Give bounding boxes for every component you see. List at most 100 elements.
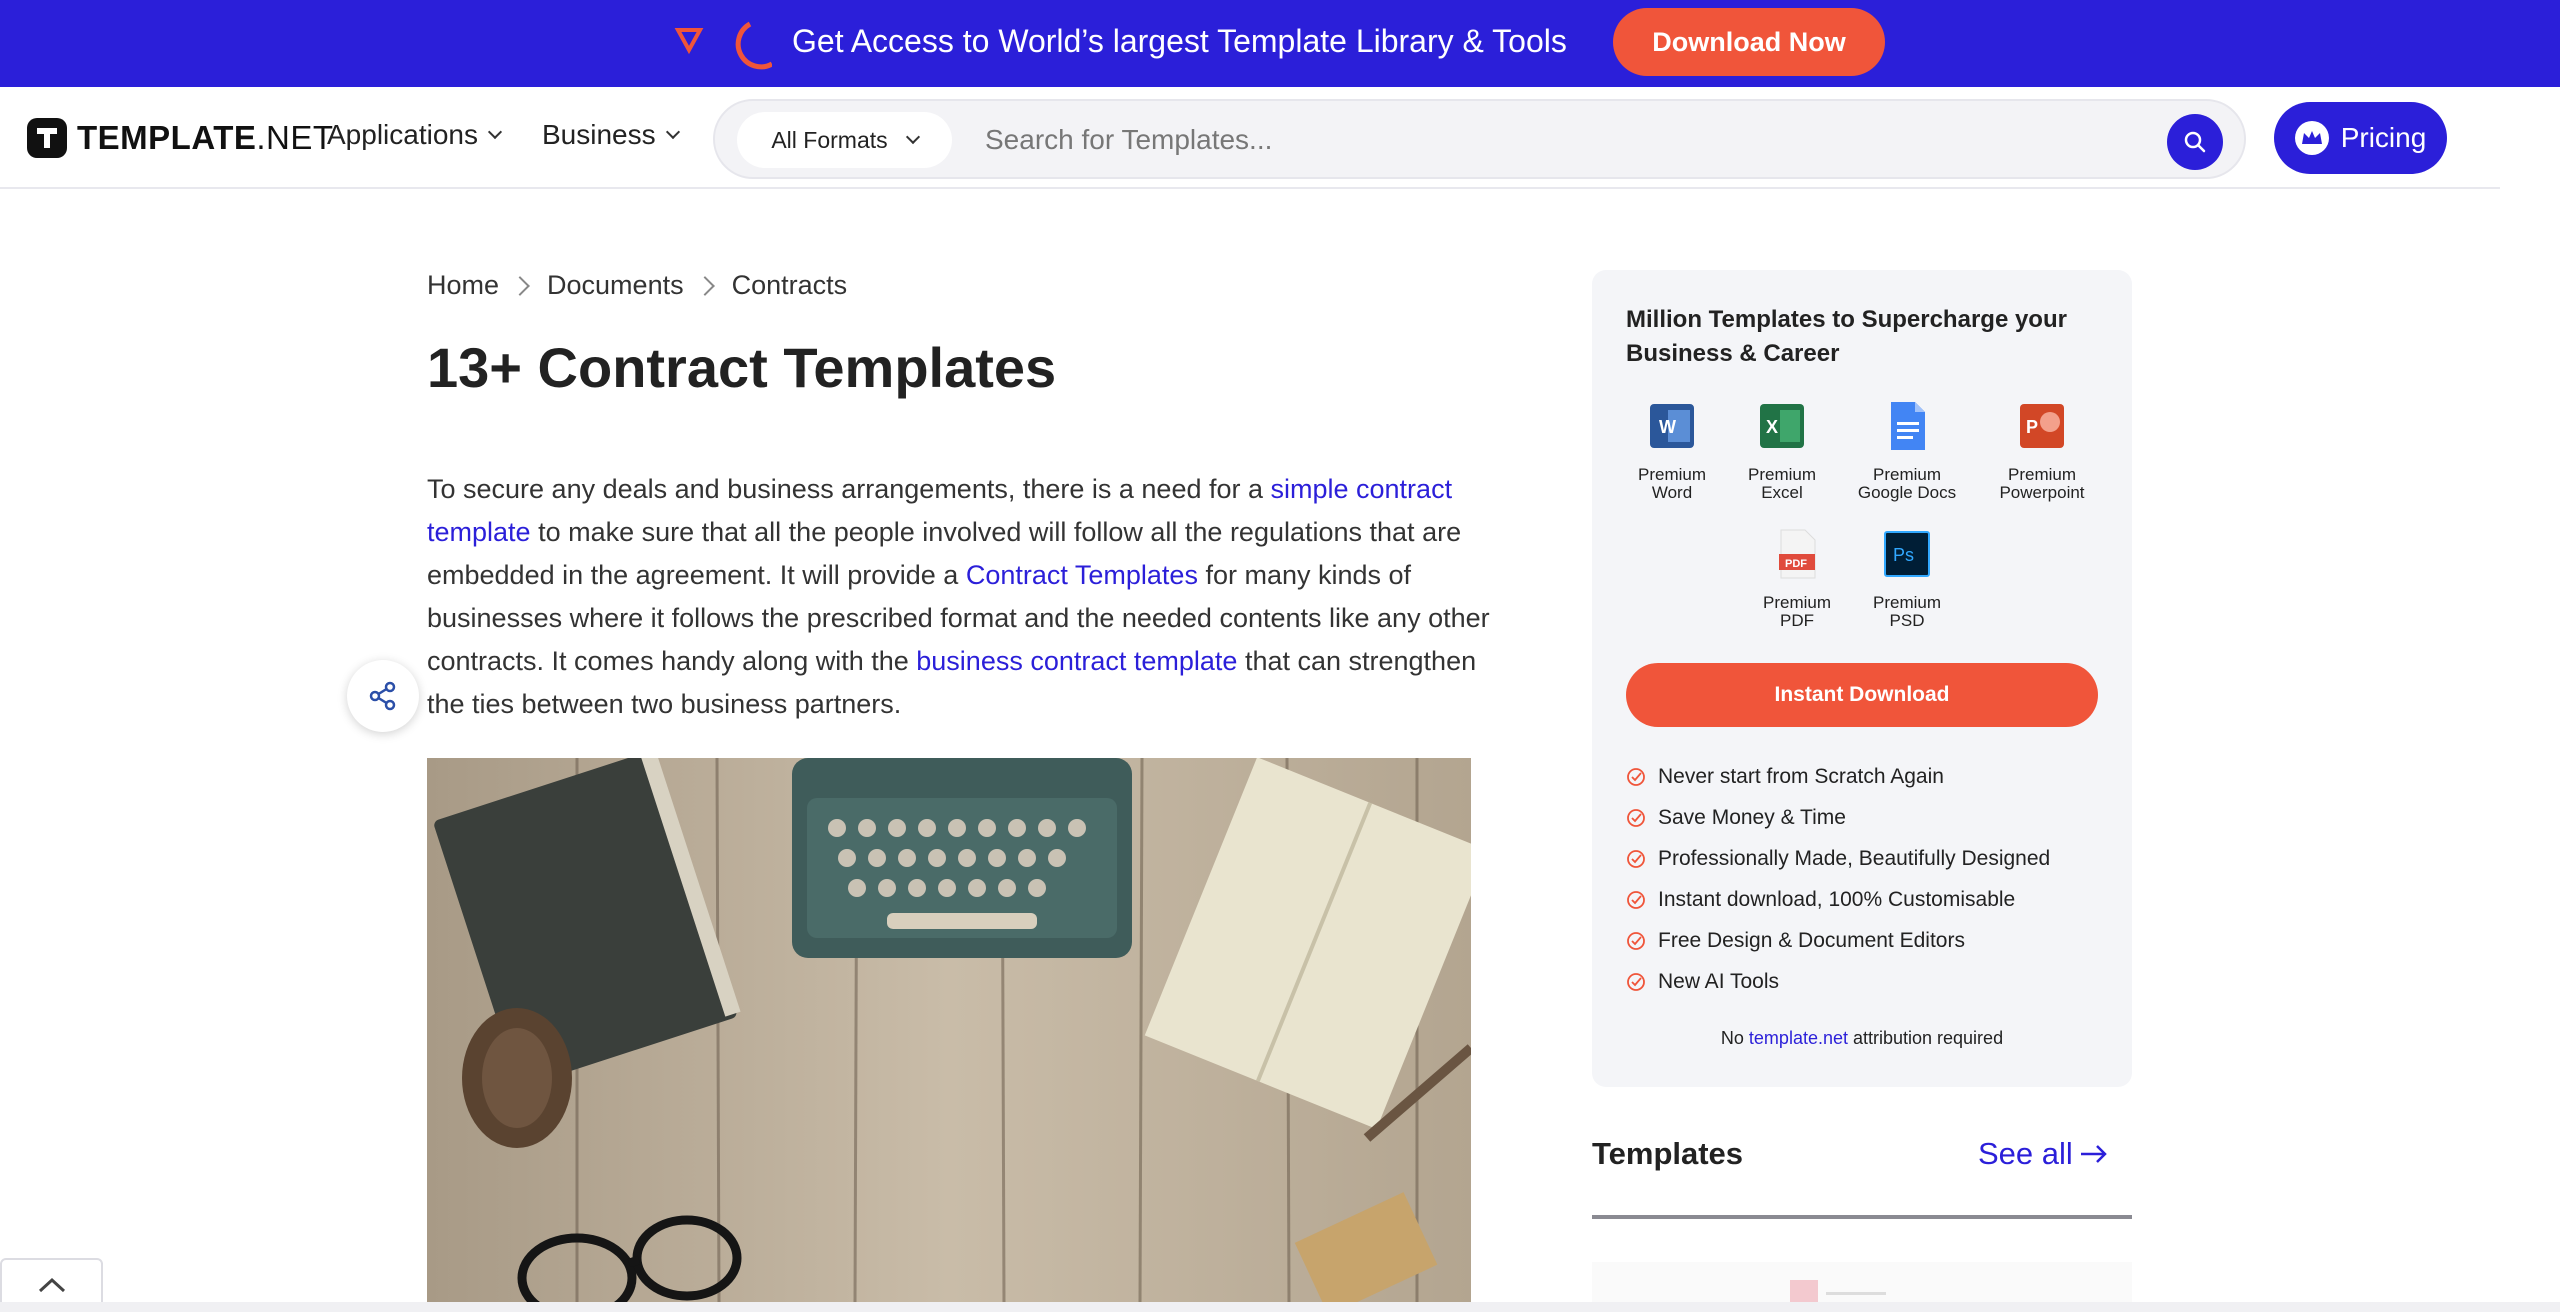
app-google-docs-label2: Google Docs — [1857, 483, 1957, 502]
see-all-label: See all — [1978, 1136, 2073, 1171]
feature-text: Never start from Scratch Again — [1658, 764, 1944, 788]
app-psd[interactable]: Ps Premium PSD — [1852, 528, 1962, 630]
search-bar: All Formats — [713, 99, 2246, 179]
site-header: TEMPLATE.NET Applications Business All F… — [0, 87, 2500, 189]
instant-download-button[interactable]: Instant Download — [1626, 663, 2098, 727]
feature-item: New AI Tools — [1626, 961, 2050, 1002]
feature-text: Professionally Made, Beautifully Designe… — [1658, 846, 2051, 870]
pricing-label: Pricing — [2340, 122, 2427, 153]
breadcrumb-contracts[interactable]: Contracts — [732, 270, 848, 301]
app-word[interactable]: W Premium Word — [1617, 400, 1727, 502]
premium-card-title: Million Templates to Supercharge your Bu… — [1626, 306, 2067, 367]
contract-templates-link[interactable]: Contract Templates — [966, 560, 1198, 590]
svg-text:W: W — [1659, 417, 1676, 437]
chevron-down-icon — [665, 124, 680, 140]
feature-item: Professionally Made, Beautifully Designe… — [1626, 838, 2050, 879]
feature-item: Save Money & Time — [1626, 797, 2050, 838]
attribution-post: attribution required — [1847, 1028, 2004, 1048]
feature-item: Never start from Scratch Again — [1626, 756, 2050, 797]
pricing-button[interactable]: Pricing — [2274, 102, 2447, 174]
app-excel-label2: Excel — [1761, 483, 1803, 502]
see-all-link[interactable]: See all — [1978, 1136, 2109, 1172]
svg-text:Ps: Ps — [1893, 545, 1914, 565]
chevron-down-icon — [487, 124, 503, 140]
site-logo[interactable]: TEMPLATE.NET — [27, 117, 334, 159]
template-net-link[interactable]: template.net — [1749, 1028, 1848, 1048]
feature-text: Instant download, 100% Customisable — [1658, 887, 2016, 911]
chevron-right-icon — [510, 275, 530, 296]
search-button[interactable] — [2167, 114, 2223, 170]
hero-image — [427, 758, 1471, 1304]
app-powerpoint[interactable]: P Premium Powerpoint — [1987, 400, 2097, 502]
chevron-right-icon — [694, 275, 715, 296]
nav-applications[interactable]: Applications — [327, 119, 503, 151]
templates-divider — [1592, 1215, 2132, 1219]
breadcrumb-home[interactable]: Home — [427, 270, 499, 301]
business-contract-template-link[interactable]: business contract template — [916, 646, 1237, 676]
check-circle-icon — [1627, 849, 1645, 868]
feature-text: Save Money & Time — [1658, 805, 1846, 829]
svg-text:X: X — [1766, 417, 1778, 437]
search-input[interactable] — [985, 113, 2135, 167]
check-circle-icon — [1627, 931, 1645, 950]
desk-photo-illustration — [427, 758, 1471, 1304]
check-circle-icon — [1627, 890, 1645, 909]
nav-business-label: Business — [542, 119, 656, 150]
powerpoint-icon: P — [2020, 404, 2064, 448]
nav-business[interactable]: Business — [542, 119, 680, 151]
app-word-label2: Word — [1651, 483, 1693, 502]
svg-text:P: P — [2026, 417, 2038, 437]
chevron-down-icon — [905, 129, 920, 145]
nav-applications-label: Applications — [327, 119, 478, 150]
arrow-right-icon — [2080, 1145, 2107, 1163]
breadcrumb-documents[interactable]: Documents — [547, 270, 684, 301]
feature-list: Never start from Scratch Again Save Mone… — [1626, 756, 2050, 1002]
svg-text:PDF: PDF — [1785, 558, 1807, 570]
promo-logo-icon — [674, 21, 772, 70]
share-icon — [369, 681, 396, 711]
breadcrumb: Home Documents Contracts — [427, 270, 847, 301]
app-google-docs-label1: Premium — [1872, 465, 1941, 484]
check-circle-icon — [1627, 767, 1645, 786]
premium-card: Million Templates to Supercharge your Bu… — [1592, 270, 2132, 1087]
logo-icon — [27, 118, 67, 158]
check-circle-icon — [1627, 972, 1645, 991]
page-title: 13+ Contract Templates — [427, 336, 1057, 399]
format-select-value: All Formats — [771, 126, 888, 153]
attribution-pre: No — [1720, 1028, 1749, 1048]
feature-text: New AI Tools — [1658, 969, 1780, 993]
format-select[interactable]: All Formats — [737, 112, 952, 168]
app-google-docs[interactable]: Premium Google Docs — [1852, 400, 1962, 502]
app-psd-label2: PSD — [1889, 611, 1925, 630]
chevron-up-icon — [38, 1277, 65, 1293]
app-powerpoint-label2: Powerpoint — [1999, 483, 2085, 502]
feature-text: Free Design & Document Editors — [1658, 928, 1965, 952]
app-psd-label1: Premium — [1872, 593, 1941, 612]
templates-heading: Templates — [1592, 1136, 1744, 1171]
promo-banner: Get Access to World’s largest Template L… — [0, 0, 2560, 87]
app-pdf-label1: Premium — [1762, 593, 1831, 612]
download-now-button[interactable]: Download Now — [1613, 8, 1885, 76]
brand-suffix: .NET — [256, 119, 334, 156]
app-powerpoint-label1: Premium — [2007, 465, 2076, 484]
attribution-note: No template.net attribution required — [1592, 1028, 2132, 1049]
search-icon — [2184, 131, 2206, 153]
excel-icon: X — [1760, 404, 1804, 448]
brand-name: TEMPLATE — [77, 119, 257, 156]
photoshop-icon: Ps — [1884, 531, 1930, 577]
feature-item: Free Design & Document Editors — [1626, 920, 2050, 961]
google-docs-icon — [1891, 402, 1925, 450]
feature-item: Instant download, 100% Customisable — [1626, 879, 2050, 920]
share-button[interactable] — [347, 660, 419, 732]
app-word-label1: Premium — [1637, 465, 1706, 484]
crown-icon — [2294, 121, 2329, 155]
app-excel[interactable]: X Premium Excel — [1727, 400, 1837, 502]
app-pdf-label2: PDF — [1780, 611, 1814, 630]
intro-text: To secure any deals and business arrange… — [427, 474, 1271, 504]
app-pdf[interactable]: PDF Premium PDF — [1742, 528, 1852, 630]
bottom-strip — [0, 1302, 2560, 1312]
pdf-icon: PDF — [1779, 529, 1816, 579]
promo-text: Get Access to World’s largest Template L… — [792, 23, 1567, 59]
check-circle-icon — [1627, 808, 1645, 827]
word-icon: W — [1650, 404, 1694, 448]
